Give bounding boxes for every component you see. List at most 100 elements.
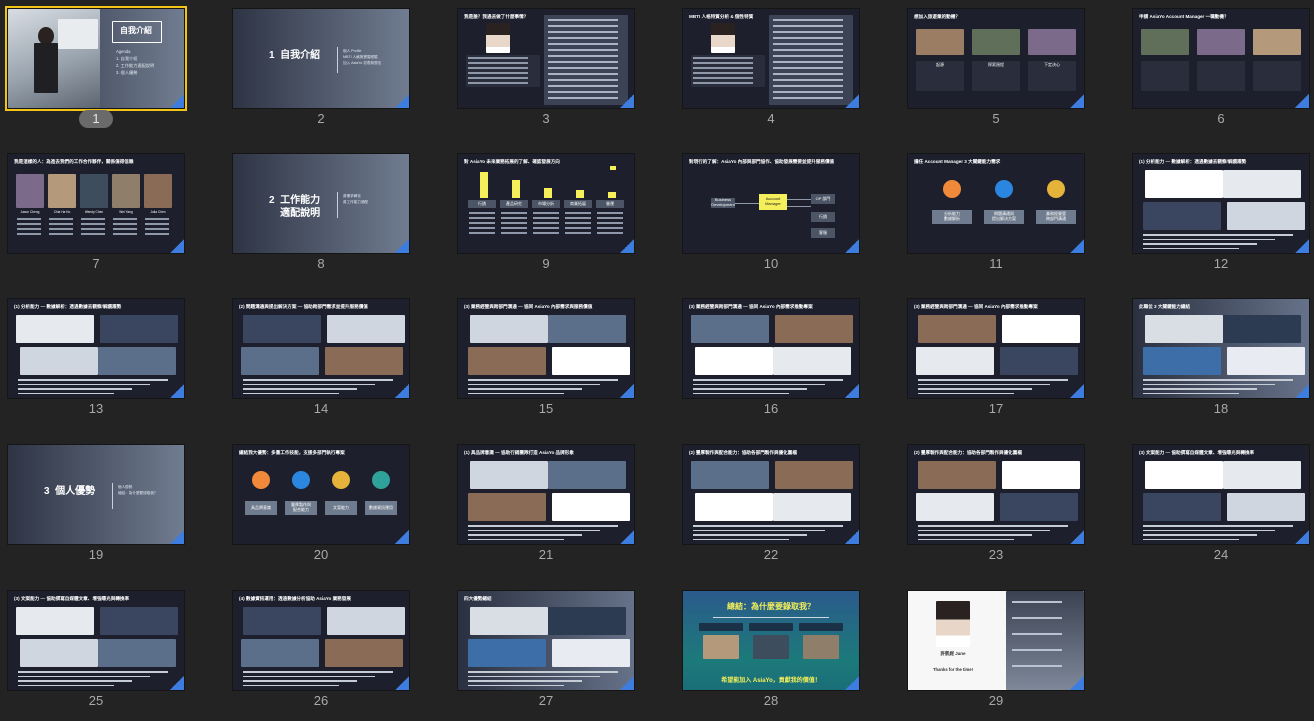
slide-thumbnail[interactable]: 擔任 Account Manager 3 大關鍵能力需求 分析能力 數據解析 問題溝… bbox=[908, 154, 1084, 272]
slide-thumbnail[interactable]: (1) 具品牌意識 — 協助行銷團隊打造 AsiaYo 品牌形象 21 bbox=[458, 445, 634, 563]
slide-thumbnail[interactable]: 四大優勢總結 27 bbox=[458, 591, 634, 709]
slide-thumbnail[interactable]: (3) 文案能力 — 協助撰寫自媒體文章、增強曝光與轉換率 25 bbox=[8, 591, 184, 709]
contact-line bbox=[1012, 665, 1062, 667]
slide-thumbnail[interactable]: 3 個人優勢 個人優勢 總結：為什麼要錄取我？ 19 bbox=[8, 445, 184, 563]
slide-thumbnail[interactable]: 想加入旅遊業的動機？ 起源 探索過程 下定決心 5 bbox=[908, 9, 1084, 127]
slide-thumbnail[interactable]: 我是誰？我過去做了什麼事情？ 3 bbox=[458, 9, 634, 127]
text-line bbox=[468, 62, 528, 64]
slide-preview[interactable]: (4) 數據資訊運用：透過數據分析協助 AsiaYo 業務發展 bbox=[233, 591, 409, 690]
text-line bbox=[81, 218, 105, 220]
text-line bbox=[468, 82, 528, 84]
content-image bbox=[1143, 202, 1221, 230]
connector bbox=[735, 203, 759, 204]
slide-number-label: 5 bbox=[992, 111, 1000, 126]
slide-number: 10 bbox=[683, 255, 859, 273]
slide-number-label: 4 bbox=[767, 111, 775, 126]
slide-thumbnail[interactable]: (3) 業務經營與跨部門溝通 — 協同 AsiaYo 內部需求與服務價值 15 bbox=[458, 299, 634, 417]
content-image bbox=[773, 493, 851, 521]
slide-preview[interactable]: MBTI 人格特質分析 & 個性特質 bbox=[683, 9, 859, 108]
text-line bbox=[145, 228, 169, 230]
content-image bbox=[775, 315, 853, 343]
colleague-name: Jason Cheng bbox=[20, 209, 40, 214]
bar-mark bbox=[576, 190, 584, 198]
slide-thumbnail[interactable]: 申請 AsiaYo Account Manager 一職動機？ 6 bbox=[1133, 9, 1309, 127]
text-line bbox=[693, 379, 843, 381]
slide-preview[interactable]: 申請 AsiaYo Account Manager 一職動機？ bbox=[1133, 9, 1309, 108]
slide-thumbnail[interactable]: 我是這樣的人：為進去我們的工作合作夥伴，關係值得信賴 Jason Cheng Chi… bbox=[8, 154, 184, 272]
content-image bbox=[327, 315, 405, 343]
text-line bbox=[693, 388, 807, 390]
slide-thumbnail[interactable]: (2) 豐厚製作與配合能力：協助各部門製作與優化圖檔 23 bbox=[908, 445, 1084, 563]
slide-preview[interactable]: 我是這樣的人：為進去我們的工作合作夥伴，關係值得信賴 Jason Cheng Chi… bbox=[8, 154, 184, 253]
slide-preview[interactable]: (1) 分析能力 — 數據解析：透過數據去觀察/解讀趨勢 bbox=[1133, 154, 1309, 253]
slide-thumbnail[interactable]: 許凱妮 Jane Thanks for the time! 29 bbox=[908, 591, 1084, 709]
slide-preview[interactable]: (1) 分析能力 — 數據解析：透過數據去觀察/解讀趨勢 bbox=[8, 299, 184, 398]
slide-thumbnail[interactable]: 總結我大優勢：多重工作技能，支援多部門執行專案 具品牌意識 豐厚製作與 配合能力 文案… bbox=[233, 445, 409, 563]
slide-preview[interactable]: 想加入旅遊業的動機？ 起源 探索過程 下定決心 bbox=[908, 9, 1084, 108]
content-image bbox=[241, 639, 319, 667]
text-line bbox=[49, 233, 73, 235]
slide-number: 25 bbox=[8, 692, 184, 710]
slide-thumbnail[interactable]: MBTI 人格特質分析 & 個性特質 4 bbox=[683, 9, 859, 127]
slide-preview[interactable]: 3 個人優勢 個人優勢 總結：為什麼要錄取我？ bbox=[8, 445, 184, 544]
slide-heading: 擔任 Account Manager 3 大關鍵能力需求 bbox=[914, 159, 1001, 164]
slide-thumbnail[interactable]: (2) 豐厚製作與配合能力：協助各部門製作與優化圖檔 22 bbox=[683, 445, 859, 563]
slide-thumbnail[interactable]: 此職位 3 大關鍵能力總結 18 bbox=[1133, 299, 1309, 417]
slide-preview[interactable]: 四大優勢總結 bbox=[458, 591, 634, 690]
colleague-photo bbox=[48, 174, 76, 208]
slide-preview[interactable]: (2) 問題溝通與提出解決方案 — 協助跨部門需求並提升服務價值 bbox=[233, 299, 409, 398]
slide-preview[interactable]: 許凱妮 Jane Thanks for the time! bbox=[908, 591, 1084, 690]
slide-preview[interactable]: (3) 業務經營與跨部門溝通 — 協同 AsiaYo 內部需求與服務價值 bbox=[458, 299, 634, 398]
slide-thumbnail[interactable]: (3) 文案能力 — 協助撰寫自媒體文章、增強曝光與轉換率 24 bbox=[1133, 445, 1309, 563]
slide-number-label: 7 bbox=[92, 256, 100, 271]
slide-preview[interactable]: 我是誰？我過去做了什麼事情？ bbox=[458, 9, 634, 108]
slide-number-label: 2 bbox=[317, 111, 325, 126]
slide-preview[interactable]: 此職位 3 大關鍵能力總結 bbox=[1133, 299, 1309, 398]
slide-preview[interactable]: 1 自我介紹 個人 Profile MBTI 人格與實習經驗 加入 AsiaYo 初衷… bbox=[233, 9, 409, 108]
slide-thumbnail[interactable]: (3) 業務經營與跨部門溝通 — 協同 AsiaYo 內部需求推動專案 17 bbox=[908, 299, 1084, 417]
slide-preview[interactable]: (2) 豐厚製作與配合能力：協助各部門製作與優化圖檔 bbox=[683, 445, 859, 544]
slide-preview[interactable]: (2) 豐厚製作與配合能力：協助各部門製作與優化圖檔 bbox=[908, 445, 1084, 544]
slide-thumbnail[interactable]: (1) 分析能力 — 數據解析：透過數據去觀察/解讀趨勢 13 bbox=[8, 299, 184, 417]
text-line bbox=[18, 684, 114, 686]
slide-preview[interactable]: 自我介紹 Agenda 1. 自我介紹 2. 工作能力適配說明 3. 個人優勢 bbox=[5, 6, 187, 111]
slide-thumbnail[interactable]: 1 自我介紹 個人 Profile MBTI 人格與實習經驗 加入 AsiaYo 初衷… bbox=[233, 9, 409, 127]
slide-preview[interactable]: 總結：為什麼要錄取我？ 希望能加入 AsiaYo，貢獻我的價值！ bbox=[683, 591, 859, 690]
text-line bbox=[918, 383, 1050, 385]
slide-heading: 我是這樣的人：為進去我們的工作合作夥伴，關係值得信賴 bbox=[14, 159, 134, 164]
slide-preview[interactable]: (3) 文案能力 — 協助撰寫自媒體文章、增強曝光與轉換率 bbox=[1133, 445, 1309, 544]
slide-thumbnail[interactable]: (1) 分析能力 — 數據解析：透過數據去觀察/解讀趨勢 12 bbox=[1133, 154, 1309, 272]
slide-thumbnail[interactable]: (2) 問題溝通與提出解決方案 — 協助跨部門需求並提升服務價值 14 bbox=[233, 299, 409, 417]
slide-preview[interactable]: (3) 業務經營與跨部門溝通 — 協同 AsiaYo 內部需求推動專案 bbox=[683, 299, 859, 398]
slide-thumbnail[interactable]: 對現行的了解：AsiaYo 內部與部門協作、協助發展需要並提升服務價值 Busin… bbox=[683, 154, 859, 272]
slide-heading: (2) 問題溝通與提出解決方案 — 協助跨部門需求並提升服務價值 bbox=[239, 304, 368, 309]
text-line bbox=[565, 222, 591, 224]
bar-mark bbox=[480, 172, 488, 198]
slide-preview[interactable]: 對 AsiaYo 未來業務拓展的了解、確認發展方向 行銷 產品研究 市場分析 商業拓展營… bbox=[458, 154, 634, 253]
slide-preview[interactable]: 擔任 Account Manager 3 大關鍵能力需求 分析能力 數據解析 問題溝… bbox=[908, 154, 1084, 253]
slide-number-label: 8 bbox=[317, 256, 325, 271]
slide-number-label: 15 bbox=[538, 401, 554, 416]
content-image bbox=[16, 315, 94, 343]
content-image bbox=[775, 461, 853, 489]
contact-line bbox=[1012, 633, 1062, 635]
slide-preview[interactable]: 對現行的了解：AsiaYo 內部與部門協作、協助發展需要並提升服務價值 Busin… bbox=[683, 154, 859, 253]
colleague-photo bbox=[112, 174, 140, 208]
text-line bbox=[597, 217, 623, 219]
slide-thumbnail[interactable]: (4) 數據資訊運用：透過數據分析協助 AsiaYo 業務發展 26 bbox=[233, 591, 409, 709]
slide-preview[interactable]: 2 工作能力 適配說明 將需求轉化 將工作能力適配 bbox=[233, 154, 409, 253]
slide-text: MBTI 人格與實習經驗 bbox=[343, 55, 378, 59]
slide-preview[interactable]: (3) 文案能力 — 協助撰寫自媒體文章、增強曝光與轉換率 bbox=[8, 591, 184, 690]
slide-preview[interactable]: (3) 業務經營與跨部門溝通 — 協同 AsiaYo 內部需求推動專案 bbox=[908, 299, 1084, 398]
text-line bbox=[1143, 529, 1275, 531]
slide-thumbnail[interactable]: (3) 業務經營與跨部門溝通 — 協同 AsiaYo 內部需求推動專案 16 bbox=[683, 299, 859, 417]
slide-text: 1. 自我介紹 bbox=[116, 56, 138, 61]
slide-preview[interactable]: 總結我大優勢：多重工作技能，支援多部門執行專案 具品牌意識 豐厚製作與 配合能力 文案… bbox=[233, 445, 409, 544]
slide-thumbnail[interactable]: 自我介紹 Agenda 1. 自我介紹 2. 工作能力適配說明 3. 個人優勢 1 bbox=[5, 6, 187, 128]
slide-thumbnail[interactable]: 總結：為什麼要錄取我？ 希望能加入 AsiaYo，貢獻我的價值！ 28 bbox=[683, 591, 859, 709]
slide-text: 將工作能力適配 bbox=[343, 200, 369, 204]
slide-thumbnail[interactable]: 2 工作能力 適配說明 將需求轉化 將工作能力適配 8 bbox=[233, 154, 409, 272]
slide-thumbnail[interactable]: 對 AsiaYo 未來業務拓展的了解、確認發展方向 行銷 產品研究 市場分析 商業拓展營… bbox=[458, 154, 634, 272]
feature-icon bbox=[1047, 180, 1065, 198]
slide-preview[interactable]: (1) 具品牌意識 — 協助行銷團隊打造 AsiaYo 品牌形象 bbox=[458, 445, 634, 544]
